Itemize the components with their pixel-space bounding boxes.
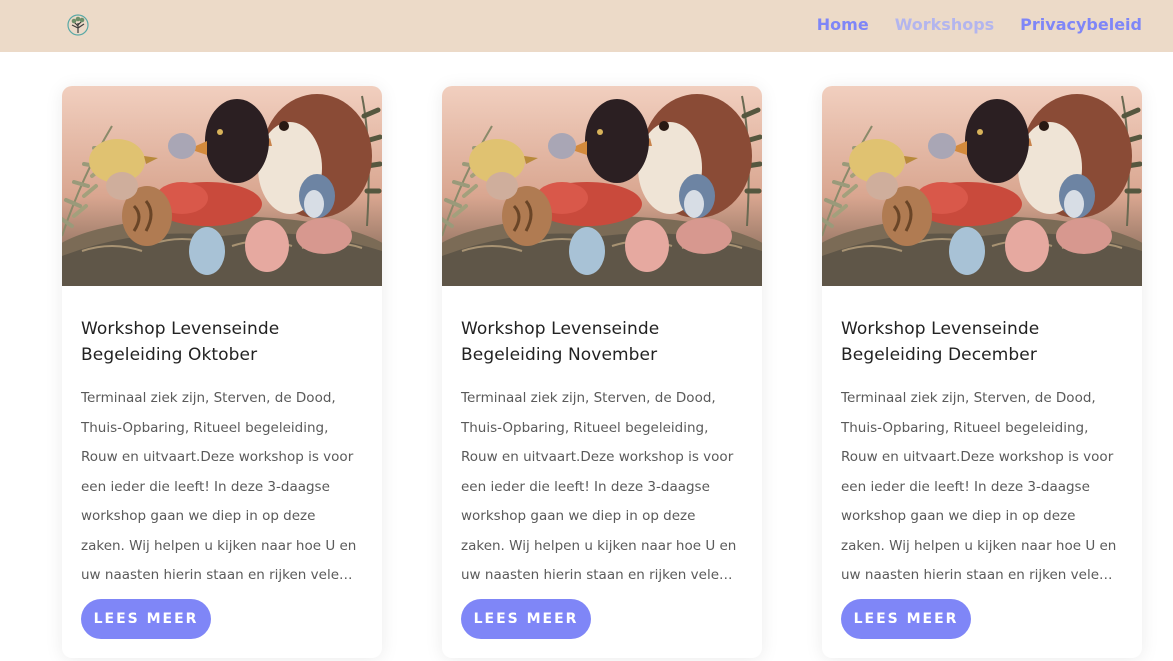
- card-excerpt: Terminaal ziek zijn, Sterven, de Dood, T…: [461, 390, 737, 583]
- lees-meer-button[interactable]: LEES MEER: [461, 599, 591, 639]
- birds-painting-image[interactable]: [442, 86, 762, 286]
- birds-painting-image[interactable]: [822, 86, 1142, 286]
- nav-link-home[interactable]: Home: [817, 15, 869, 35]
- main-navigation: Home Workshops Privacybeleid: [791, 15, 1142, 35]
- card-title[interactable]: Workshop Levenseinde Begeleiding Novembe…: [461, 316, 743, 368]
- tree-logo-icon[interactable]: [66, 13, 90, 37]
- lees-meer-button[interactable]: LEES MEER: [841, 599, 971, 639]
- workshop-card: Workshop Levenseinde Begeleiding Oktober…: [62, 86, 382, 658]
- card-excerpt: Terminaal ziek zijn, Sterven, de Dood, T…: [81, 390, 357, 583]
- card-title[interactable]: Workshop Levenseinde Begeleiding Decembe…: [841, 316, 1123, 368]
- nav-link-privacybeleid[interactable]: Privacybeleid: [1020, 15, 1142, 35]
- workshop-card: Workshop Levenseinde Begeleiding Decembe…: [822, 86, 1142, 658]
- card-excerpt: Terminaal ziek zijn, Sterven, de Dood, T…: [841, 390, 1117, 583]
- lees-meer-button[interactable]: LEES MEER: [81, 599, 211, 639]
- card-title[interactable]: Workshop Levenseinde Begeleiding Oktober: [81, 316, 363, 368]
- birds-painting-image[interactable]: [62, 86, 382, 286]
- nav-link-workshops[interactable]: Workshops: [895, 15, 994, 35]
- workshop-card: Workshop Levenseinde Begeleiding Novembe…: [442, 86, 762, 658]
- top-navbar: Home Workshops Privacybeleid: [0, 0, 1173, 52]
